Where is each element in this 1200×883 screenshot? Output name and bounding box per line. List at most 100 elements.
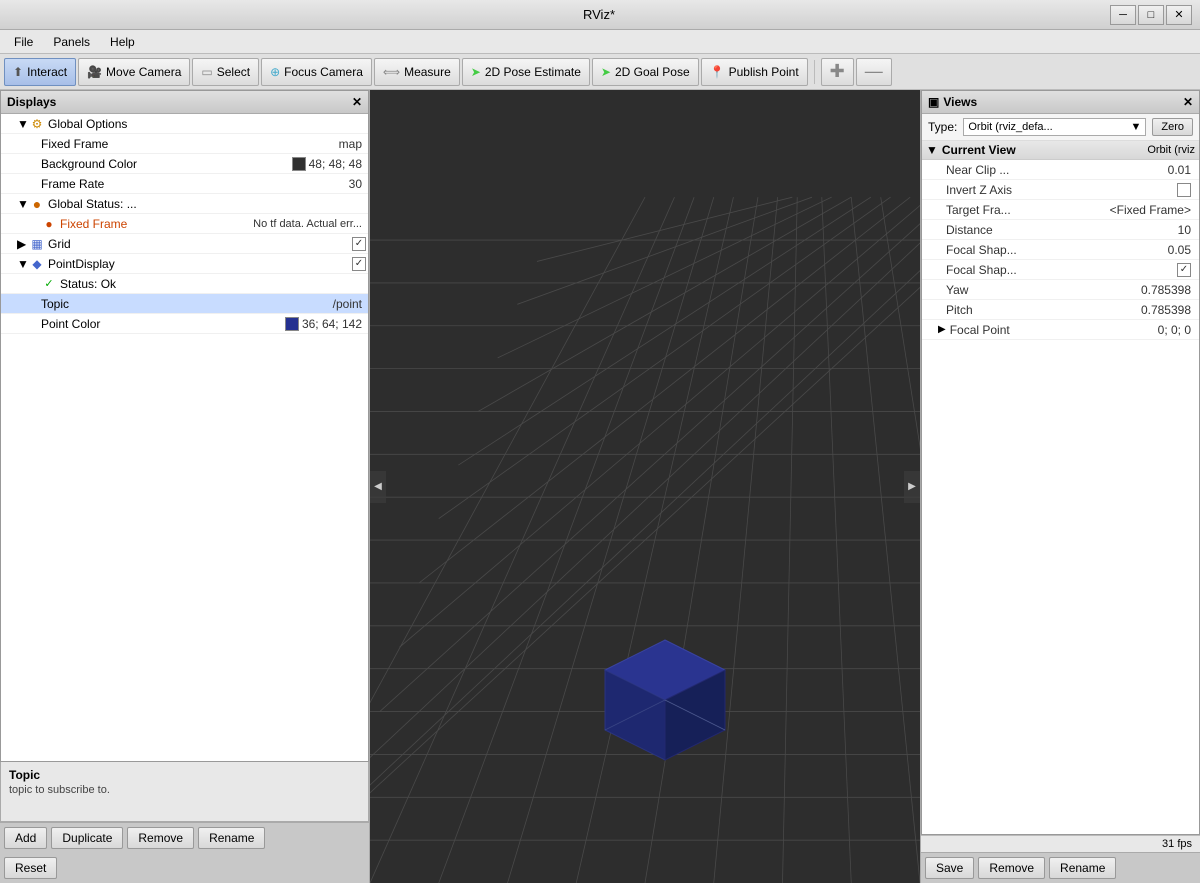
type-label: Type: bbox=[928, 120, 957, 134]
viewport[interactable]: ◀ ▶ bbox=[370, 90, 920, 883]
fixed-frame-label: Fixed Frame bbox=[41, 137, 339, 151]
main-layout: Displays ✕ ▼ ⚙ Global Options ▶ Fixed Fr… bbox=[0, 90, 1200, 883]
grid-label: Grid bbox=[48, 237, 352, 251]
minus-toolbar-button[interactable]: — bbox=[856, 58, 892, 86]
rename-button[interactable]: Rename bbox=[198, 827, 265, 849]
point-display-arrow[interactable]: ▼ bbox=[17, 257, 29, 271]
focal-point-row[interactable]: ▶ Focal Point 0; 0; 0 bbox=[922, 320, 1199, 340]
focal-point-expand[interactable]: ▶ bbox=[938, 324, 946, 335]
point-color-row[interactable]: ▶ Point Color 36; 64; 142 bbox=[1, 314, 368, 334]
target-frame-value[interactable]: <Fixed Frame> bbox=[1110, 203, 1191, 217]
menu-panels[interactable]: Panels bbox=[43, 33, 100, 51]
near-clip-value[interactable]: 0.01 bbox=[1168, 163, 1191, 177]
views-remove-button[interactable]: Remove bbox=[978, 857, 1045, 879]
global-status-arrow[interactable]: ▼ bbox=[17, 197, 29, 211]
3d-cube bbox=[585, 620, 745, 783]
measure-label: Measure bbox=[404, 65, 451, 79]
toolbar-separator bbox=[814, 60, 815, 84]
focal-point-label: Focal Point bbox=[950, 323, 1158, 337]
duplicate-button[interactable]: Duplicate bbox=[51, 827, 123, 849]
status-ok-row: ▶ ✓ Status: Ok bbox=[1, 274, 368, 294]
pose-estimate-button[interactable]: ➤ 2D Pose Estimate bbox=[462, 58, 590, 86]
add-button[interactable]: Add bbox=[4, 827, 47, 849]
focus-camera-button[interactable]: ⊕ Focus Camera bbox=[261, 58, 372, 86]
measure-button[interactable]: ⟺ Measure bbox=[374, 58, 460, 86]
topic-row[interactable]: ▶ Topic /point bbox=[1, 294, 368, 314]
global-options-row[interactable]: ▼ ⚙ Global Options bbox=[1, 114, 368, 134]
yaw-value[interactable]: 0.785398 bbox=[1141, 283, 1191, 297]
goal-pose-label: 2D Goal Pose bbox=[615, 65, 690, 79]
restore-button[interactable]: □ bbox=[1138, 5, 1164, 25]
focal-point-value[interactable]: 0; 0; 0 bbox=[1158, 323, 1191, 337]
bg-color-row[interactable]: ▶ Background Color 48; 48; 48 bbox=[1, 154, 368, 174]
minimize-button[interactable]: ─ bbox=[1110, 5, 1136, 25]
type-select[interactable]: Orbit (rviz_defa... ▼ bbox=[963, 118, 1146, 136]
viewport-arrow-right[interactable]: ▶ bbox=[904, 471, 920, 503]
views-panel-icon: ▣ bbox=[928, 95, 939, 109]
menu-file[interactable]: File bbox=[4, 33, 43, 51]
pitch-value[interactable]: 0.785398 bbox=[1141, 303, 1191, 317]
pitch-label: Pitch bbox=[946, 303, 1141, 317]
point-color-label: Point Color bbox=[41, 317, 285, 331]
fixed-frame-error-label: Fixed Frame bbox=[60, 217, 253, 231]
displays-close-icon[interactable]: ✕ bbox=[352, 95, 362, 109]
grid-arrow[interactable]: ▶ bbox=[17, 237, 29, 251]
bottom-buttons: Add Duplicate Remove Rename bbox=[0, 822, 369, 853]
views-close-icon[interactable]: ✕ bbox=[1183, 95, 1193, 109]
diamond-icon: ◆ bbox=[29, 256, 45, 272]
global-options-arrow[interactable]: ▼ bbox=[17, 117, 29, 131]
fixed-frame-row[interactable]: ▶ Fixed Frame map bbox=[1, 134, 368, 154]
current-view-header[interactable]: ▼ Current View Orbit (rviz bbox=[922, 141, 1199, 160]
global-status-row[interactable]: ▼ ● Global Status: ... bbox=[1, 194, 368, 214]
point-display-row[interactable]: ▼ ◆ PointDisplay ✓ bbox=[1, 254, 368, 274]
cube-svg bbox=[585, 620, 745, 780]
select-label: Select bbox=[217, 65, 250, 79]
interact-label: Interact bbox=[27, 65, 67, 79]
fixed-frame-error-row[interactable]: ▶ ● Fixed Frame No tf data. Actual err..… bbox=[1, 214, 368, 234]
minus-icon: — bbox=[865, 61, 883, 82]
focal-shape1-value[interactable]: 0.05 bbox=[1168, 243, 1191, 257]
info-title: Topic bbox=[9, 768, 360, 782]
titlebar-controls: ─ □ ✕ bbox=[1110, 5, 1192, 25]
topic-value: /point bbox=[333, 297, 366, 311]
bg-color-label: Background Color bbox=[41, 157, 292, 171]
add-toolbar-button[interactable]: ✚ bbox=[821, 58, 854, 86]
distance-row: Distance 10 bbox=[922, 220, 1199, 240]
frame-rate-row[interactable]: ▶ Frame Rate 30 bbox=[1, 174, 368, 194]
viewport-arrow-left[interactable]: ◀ bbox=[370, 471, 386, 503]
displays-title: Displays bbox=[7, 95, 56, 109]
select-button[interactable]: ▭ Select bbox=[192, 58, 259, 86]
focal-shape2-checkbox[interactable]: ✓ bbox=[1177, 263, 1191, 277]
displays-content: ▼ ⚙ Global Options ▶ Fixed Frame map ▶ B… bbox=[1, 114, 368, 761]
bg-color-swatch bbox=[292, 157, 306, 171]
type-select-arrow: ▼ bbox=[1130, 121, 1141, 133]
point-display-checkbox[interactable]: ✓ bbox=[352, 257, 366, 271]
near-clip-label: Near Clip ... bbox=[946, 163, 1168, 177]
grid-checkbox[interactable]: ✓ bbox=[352, 237, 366, 251]
invert-z-checkbox[interactable] bbox=[1177, 183, 1191, 197]
toolbar: ⬆ Interact 🎥 Move Camera ▭ Select ⊕ Focu… bbox=[0, 54, 1200, 90]
move-camera-button[interactable]: 🎥 Move Camera bbox=[78, 58, 190, 86]
distance-label: Distance bbox=[946, 223, 1178, 237]
views-panel: ▣ Views ✕ Type: Orbit (rviz_defa... ▼ Ze… bbox=[921, 90, 1200, 835]
menubar: File Panels Help bbox=[0, 30, 1200, 54]
views-save-button[interactable]: Save bbox=[925, 857, 974, 879]
views-rename-button[interactable]: Rename bbox=[1049, 857, 1116, 879]
type-select-value: Orbit (rviz_defa... bbox=[968, 121, 1052, 133]
menu-help[interactable]: Help bbox=[100, 33, 145, 51]
goal-pose-button[interactable]: ➤ 2D Goal Pose bbox=[592, 58, 699, 86]
interact-button[interactable]: ⬆ Interact bbox=[4, 58, 76, 86]
warning-icon: ● bbox=[29, 196, 45, 212]
views-title: Views bbox=[943, 95, 977, 109]
publish-point-button[interactable]: 📍 Publish Point bbox=[701, 58, 808, 86]
grid-row[interactable]: ▶ ▦ Grid ✓ bbox=[1, 234, 368, 254]
distance-value[interactable]: 10 bbox=[1178, 223, 1191, 237]
cursor-icon: ⬆ bbox=[13, 65, 23, 79]
reset-button[interactable]: Reset bbox=[4, 857, 57, 879]
remove-button[interactable]: Remove bbox=[127, 827, 194, 849]
plus-icon: ✚ bbox=[830, 61, 845, 82]
zero-button[interactable]: Zero bbox=[1152, 118, 1193, 136]
move-camera-label: Move Camera bbox=[106, 65, 181, 79]
focal-shape1-row: Focal Shap... 0.05 bbox=[922, 240, 1199, 260]
close-button[interactable]: ✕ bbox=[1166, 5, 1192, 25]
